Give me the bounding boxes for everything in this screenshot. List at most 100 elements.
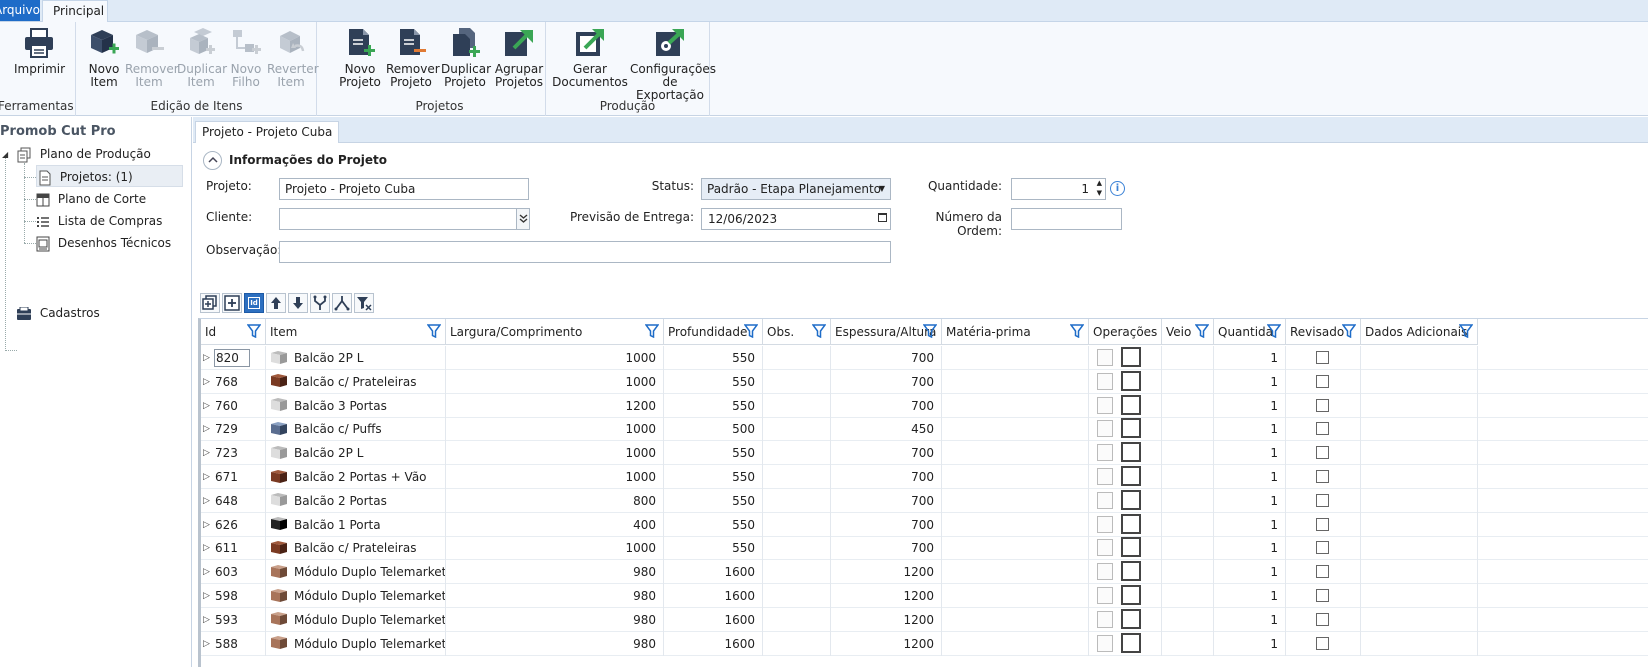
row-expand-icon[interactable]: ▷: [203, 441, 210, 465]
cell-profundidade[interactable]: 550: [664, 488, 763, 513]
gerar-documentos-button[interactable]: Gerar Documentos: [552, 26, 628, 89]
operation-square-icon[interactable]: [1121, 608, 1141, 629]
cell-profundidade[interactable]: 550: [664, 441, 763, 466]
cell-dados[interactable]: [1361, 584, 1478, 608]
novo-item-button[interactable]: Novo Item: [83, 26, 125, 89]
column-header-obs[interactable]: Obs.: [763, 319, 831, 345]
cell-item[interactable]: Módulo Duplo Telemarketing: [266, 584, 446, 608]
cell-espessura[interactable]: 1200: [831, 631, 942, 656]
revisado-checkbox[interactable]: [1316, 493, 1329, 507]
cell-largura[interactable]: 980: [446, 584, 664, 608]
operation-square-icon[interactable]: [1121, 585, 1141, 605]
operation-preview-icon[interactable]: [1097, 539, 1113, 557]
cell-espessura[interactable]: 450: [831, 417, 942, 442]
row-expand-icon[interactable]: ▷: [203, 489, 210, 513]
spin-up-icon[interactable]: ▲: [1097, 178, 1102, 188]
configuracoes-exportacao-button[interactable]: Configurações de Exportação: [630, 26, 716, 102]
cell-profundidade[interactable]: 550: [664, 346, 763, 370]
cell-materia[interactable]: [942, 560, 1089, 585]
column-header-materia[interactable]: Matéria-prima: [942, 319, 1089, 345]
cell-espessura[interactable]: 700: [831, 536, 942, 561]
cell-profundidade[interactable]: 550: [664, 512, 763, 537]
operation-preview-icon[interactable]: [1097, 610, 1113, 628]
cell-dados[interactable]: [1361, 393, 1478, 418]
info-icon[interactable]: i: [1110, 181, 1125, 196]
cell-profundidade[interactable]: 1600: [664, 607, 763, 632]
cell-operacoes[interactable]: [1089, 393, 1162, 418]
cell-veio[interactable]: [1162, 393, 1214, 418]
operation-preview-icon[interactable]: [1097, 587, 1113, 604]
cell-profundidade[interactable]: 550: [664, 465, 763, 489]
id-toggle-button[interactable]: Id: [244, 293, 264, 313]
cell-operacoes[interactable]: [1089, 560, 1162, 585]
cell-materia[interactable]: [942, 369, 1089, 394]
cell-materia[interactable]: [942, 417, 1089, 442]
column-header-largura[interactable]: Largura/Comprimento: [446, 319, 664, 345]
cell-item[interactable]: Módulo Duplo Telemarketing: [266, 631, 446, 656]
operation-square-icon[interactable]: [1121, 537, 1141, 558]
cell-profundidade[interactable]: 500: [664, 417, 763, 442]
cell-largura[interactable]: 800: [446, 488, 664, 513]
cell-quantidade[interactable]: 1: [1214, 560, 1286, 585]
cell-espessura[interactable]: 700: [831, 488, 942, 513]
merge-button[interactable]: [310, 293, 330, 313]
table-row[interactable]: ▷ 598 Módulo Duplo Telemarketing 980 1600 120…: [201, 584, 1648, 608]
cell-id[interactable]: ▷ 671: [201, 465, 266, 489]
cell-obs[interactable]: [763, 417, 831, 442]
duplicar-item-button[interactable]: Duplicar Item: [177, 26, 227, 89]
tree-item-plano-corte[interactable]: Plano de Corte: [36, 188, 146, 210]
revisado-checkbox[interactable]: [1316, 636, 1329, 650]
cell-operacoes[interactable]: [1089, 369, 1162, 394]
remover-item-button[interactable]: Remover Item: [125, 26, 179, 89]
cell-materia[interactable]: [942, 441, 1089, 466]
remover-projeto-button[interactable]: Remover Projeto: [386, 26, 440, 89]
column-header-dados[interactable]: Dados Adicionais: [1361, 319, 1478, 345]
move-down-button[interactable]: [288, 293, 308, 313]
cell-materia[interactable]: [942, 536, 1089, 561]
cell-revisado[interactable]: [1286, 369, 1361, 394]
cell-id[interactable]: ▷ 820: [201, 346, 266, 370]
table-row[interactable]: ▷ 760 Balcão 3 Portas 1200 550 700 1: [201, 393, 1648, 418]
tree-item-lista-compras[interactable]: Lista de Compras: [36, 210, 162, 232]
cell-operacoes[interactable]: [1089, 536, 1162, 561]
operation-square-icon[interactable]: [1121, 489, 1141, 510]
cell-item[interactable]: Balcão 2P L: [266, 346, 446, 370]
move-up-button[interactable]: [266, 293, 286, 313]
operation-square-icon[interactable]: [1121, 394, 1141, 415]
filter-icon[interactable]: [1459, 324, 1473, 338]
table-row[interactable]: ▷ 648 Balcão 2 Portas 800 550 700 1: [201, 488, 1648, 513]
spin-down-icon[interactable]: ▼: [1097, 188, 1102, 198]
cell-operacoes[interactable]: [1089, 417, 1162, 442]
reverter-item-button[interactable]: Reverter Item: [267, 26, 319, 89]
cell-id[interactable]: ▷ 729: [201, 417, 266, 442]
operation-preview-icon[interactable]: [1097, 372, 1113, 390]
cell-largura[interactable]: 980: [446, 607, 664, 632]
operation-square-icon[interactable]: [1121, 442, 1141, 463]
cell-veio[interactable]: [1162, 536, 1214, 561]
row-expand-icon[interactable]: ▷: [203, 584, 210, 608]
row-expand-icon[interactable]: ▷: [203, 394, 210, 418]
cell-item[interactable]: Balcão 3 Portas: [266, 393, 446, 418]
cell-profundidade[interactable]: 550: [664, 393, 763, 418]
cell-quantidade[interactable]: 1: [1214, 488, 1286, 513]
cell-id[interactable]: ▷ 598: [201, 584, 266, 608]
cell-revisado[interactable]: [1286, 393, 1361, 418]
cell-materia[interactable]: [942, 631, 1089, 656]
cell-materia[interactable]: [942, 393, 1089, 418]
cell-item[interactable]: Balcão c/ Prateleiras: [266, 369, 446, 394]
agrupar-projetos-button[interactable]: Agrupar Projetos: [494, 26, 544, 89]
cell-revisado[interactable]: [1286, 560, 1361, 585]
table-row[interactable]: ▷ 820 Balcão 2P L 1000 550 700 1: [201, 346, 1648, 370]
cell-dados[interactable]: [1361, 441, 1478, 466]
cell-quantidade[interactable]: 1: [1214, 512, 1286, 537]
cell-espessura[interactable]: 700: [831, 393, 942, 418]
cell-operacoes[interactable]: [1089, 631, 1162, 656]
cell-dados[interactable]: [1361, 607, 1478, 632]
cell-obs[interactable]: [763, 584, 831, 608]
row-expand-icon[interactable]: ▷: [203, 560, 210, 584]
row-expand-icon[interactable]: ▷: [203, 417, 210, 441]
cell-quantidade[interactable]: 1: [1214, 536, 1286, 561]
filter-icon[interactable]: [923, 324, 937, 338]
operation-preview-icon[interactable]: [1097, 515, 1113, 533]
tree-item-desenhos-tecnicos[interactable]: Desenhos Técnicos: [36, 232, 171, 254]
